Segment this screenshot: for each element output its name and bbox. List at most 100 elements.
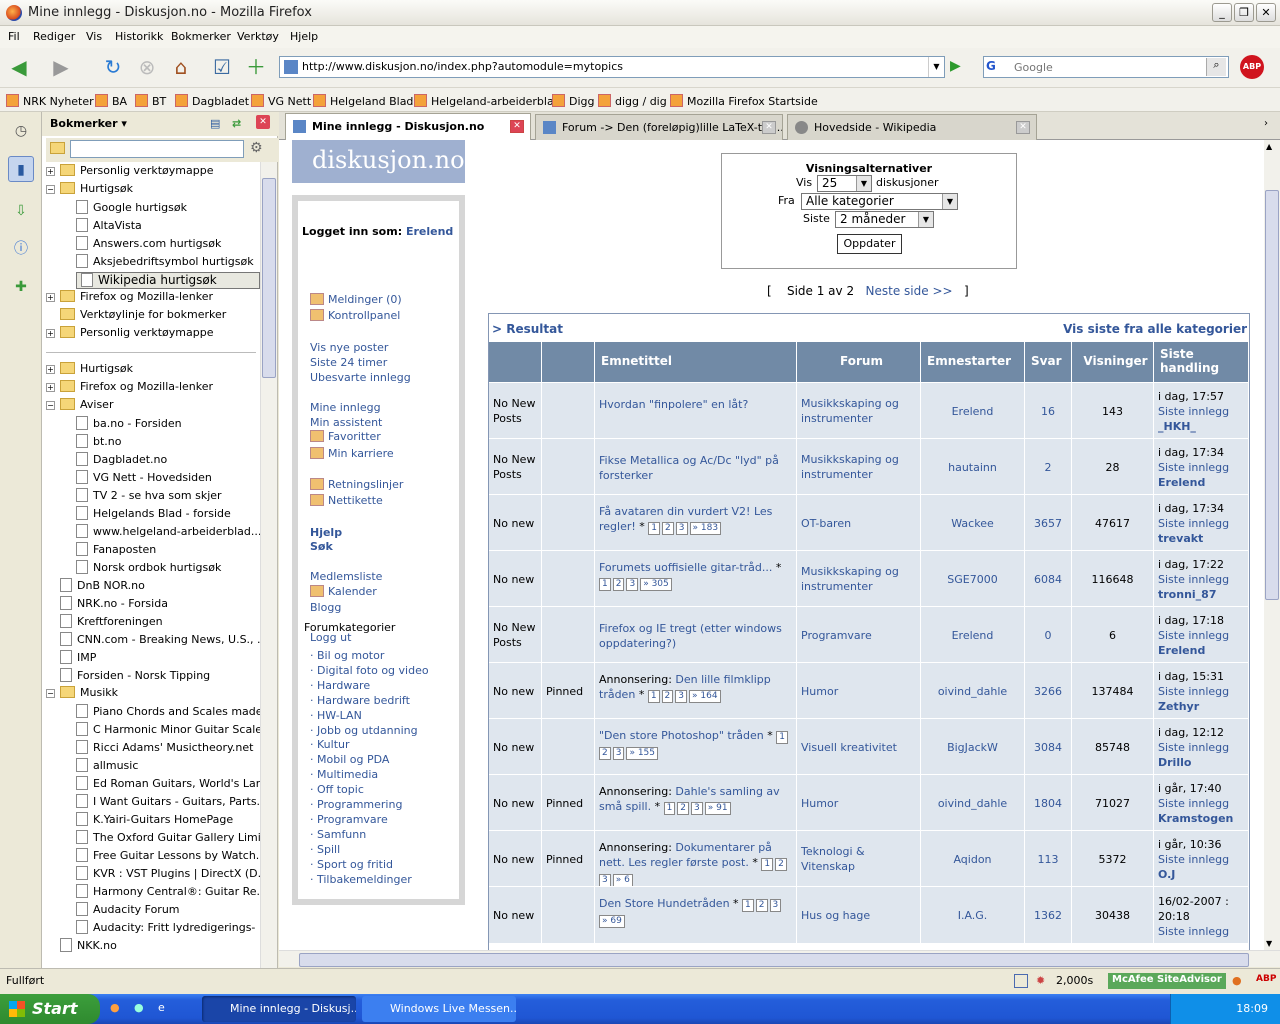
bookmark-folder[interactable]: + Firefox og Mozilla-lenker	[46, 290, 260, 308]
search-box[interactable]: G ⌕	[983, 56, 1229, 78]
column-header-3[interactable]: Forum	[797, 342, 921, 382]
last-poster-link[interactable]: Erelend	[1158, 643, 1244, 658]
sidebar-scrollbar[interactable]	[260, 162, 277, 970]
nav-link[interactable]: Min assistent	[310, 416, 382, 429]
starter-link[interactable]: I.A.G.	[958, 908, 988, 923]
adblock-status-icon[interactable]: ABP	[1256, 974, 1276, 984]
starter-link[interactable]: Erelend	[952, 404, 994, 419]
topic-title-link[interactable]: Firefox og IE tregt (etter windows oppda…	[599, 622, 782, 650]
bookmark-item[interactable]: Audacity: Fritt lydredigerings- ...	[76, 920, 260, 938]
new-tab-icon[interactable]: ＋	[241, 52, 271, 82]
bookmark-6[interactable]: Helgeland-arbeiderblad	[414, 94, 561, 108]
bookmark-item[interactable]: Aksjebedriftsymbol hurtigsøk	[76, 254, 260, 272]
page-link[interactable]: 1	[761, 858, 774, 871]
scroll-thumb[interactable]	[299, 953, 1249, 967]
replies-link[interactable]: 3084	[1034, 740, 1062, 755]
page-link[interactable]: 2	[599, 747, 611, 760]
topic-title-link[interactable]: "Den store Photoshop" tråden	[599, 729, 764, 742]
firebug-icon[interactable]: ✹	[1036, 974, 1045, 987]
forum-link[interactable]: Humor	[801, 684, 838, 699]
forum-link[interactable]: Musikkskaping og instrumenter	[801, 564, 916, 594]
replies-link[interactable]: 1362	[1034, 908, 1062, 923]
bookmark-folder[interactable]: + Hurtigsøk	[46, 362, 260, 380]
replies-link[interactable]: 3657	[1034, 516, 1062, 531]
forum-category-link[interactable]: · HW-LAN	[310, 709, 362, 722]
content-horizontal-scrollbar[interactable]	[279, 950, 1280, 967]
tab-latex-forum[interactable]: Forum -> Den (foreløpig)lille LaTeX-trå.…	[535, 114, 783, 140]
forum-category-link[interactable]: · Digital foto og video	[310, 664, 429, 677]
replies-link[interactable]: 3266	[1034, 684, 1062, 699]
adblock-icon[interactable]: ABP	[1240, 55, 1264, 79]
column-header-5[interactable]: Svar	[1025, 342, 1072, 382]
forum-category-link[interactable]: · Kultur	[310, 738, 350, 751]
page-link[interactable]: 1	[776, 731, 788, 744]
last-post-link[interactable]: Siste innlegg	[1158, 796, 1244, 811]
content-vertical-scrollbar[interactable]: ▲ ▼	[1264, 140, 1280, 950]
page-link[interactable]: » 183	[689, 522, 722, 535]
period-select[interactable]: 2 måneder ▼	[835, 211, 934, 228]
url-dropdown-icon[interactable]: ▼	[928, 57, 944, 77]
replies-link[interactable]: 0	[1045, 628, 1052, 643]
last-post-link[interactable]: Siste innlegg	[1158, 516, 1244, 531]
bookmark-item[interactable]: Piano Chords and Scales made...	[76, 704, 260, 722]
starter-link[interactable]: oivind_dahle	[938, 684, 1007, 699]
bookmark-item[interactable]: CNN.com - Breaking News, U.S., ...	[60, 632, 260, 650]
nav-link[interactable]: Ubesvarte innlegg	[310, 371, 411, 384]
bookmark-item[interactable]: I Want Guitars - Guitars, Parts...	[76, 794, 260, 812]
replies-link[interactable]: 6084	[1034, 572, 1062, 587]
bookmark-item[interactable]: Ed Roman Guitars, World's Lar...	[76, 776, 260, 794]
nav-link[interactable]: Kalender	[310, 585, 377, 598]
forum-link[interactable]: Musikkskaping og instrumenter	[801, 396, 916, 426]
google-engine-icon[interactable]: G	[986, 59, 1004, 75]
firefox-quicklaunch-icon[interactable]: ●	[110, 1001, 120, 1014]
forum-category-link[interactable]: · Programmering	[310, 798, 402, 811]
column-header-2[interactable]: Emnetittel	[595, 342, 797, 382]
bookmark-item[interactable]: DnB NOR.no	[60, 578, 260, 596]
last-post-link[interactable]: Siste innlegg	[1158, 460, 1244, 475]
taskbar-firefox[interactable]: Mine innlegg - Diskusj...	[202, 996, 356, 1022]
view-all-categories-link[interactable]: Vis siste fra alle kategorier	[1063, 322, 1247, 336]
expander-icon[interactable]: −	[46, 689, 55, 698]
menu-item-6[interactable]: Hjelp	[290, 30, 318, 43]
forum-link[interactable]: Visuell kreativitet	[801, 740, 897, 755]
back-icon[interactable]: ◀	[4, 52, 34, 82]
bookmark-folder[interactable]: − Musikk	[46, 686, 260, 704]
tab-list-icon[interactable]: ›	[1264, 118, 1268, 129]
menu-item-2[interactable]: Vis	[86, 30, 102, 43]
starter-link[interactable]: oivind_dahle	[938, 796, 1007, 811]
start-button[interactable]: Start	[0, 994, 100, 1024]
starter-link[interactable]: hautainn	[948, 460, 997, 475]
forum-category-link[interactable]: · Programvare	[310, 813, 388, 826]
forum-category-link[interactable]: · Sport og fritid	[310, 858, 393, 871]
bookmark-item[interactable]: IMP	[60, 650, 260, 668]
expander-icon[interactable]: −	[46, 401, 55, 410]
go-icon[interactable]: ▶	[950, 58, 970, 78]
minimize-button[interactable]: _	[1212, 3, 1232, 22]
page-link[interactable]: 3	[675, 690, 688, 703]
starter-link[interactable]: Erelend	[952, 628, 994, 643]
page-link[interactable]: 3	[769, 899, 782, 912]
page-link[interactable]: 1	[742, 899, 754, 912]
bookmark-folder[interactable]: Verktøylinje for bokmerker	[60, 308, 260, 326]
page-link[interactable]: 1	[648, 522, 661, 535]
nav-link[interactable]: Mine innlegg	[310, 401, 381, 414]
sidebar-title[interactable]: Bokmerker ▾	[50, 117, 127, 130]
popup-blocker-icon[interactable]	[1014, 974, 1028, 988]
menu-item-0[interactable]: Fil	[8, 30, 20, 43]
page-link[interactable]: » 305	[640, 578, 672, 591]
sidebar-search-input[interactable]	[70, 140, 244, 158]
close-button[interactable]: ✕	[1256, 3, 1276, 22]
forum-category-link[interactable]: · Spill	[310, 843, 340, 856]
page-link[interactable]: 2	[662, 522, 674, 535]
bookmark-item[interactable]: Wikipedia hurtigsøk	[76, 272, 260, 289]
nav-link[interactable]: Kontrollpanel	[310, 309, 400, 322]
forum-link[interactable]: OT-baren	[801, 516, 851, 531]
bookmark-item[interactable]: Answers.com hurtigsøk	[76, 236, 260, 254]
page-link[interactable]: » 69	[599, 915, 625, 928]
last-post-link[interactable]: Siste innlegg	[1158, 572, 1244, 587]
replies-link[interactable]: 16	[1041, 404, 1055, 419]
search-icon[interactable]: ⌕	[1206, 58, 1226, 76]
search-input[interactable]	[1014, 59, 1194, 75]
last-post-link[interactable]: Siste innlegg	[1158, 924, 1244, 939]
menu-item-4[interactable]: Bokmerker	[171, 30, 231, 43]
